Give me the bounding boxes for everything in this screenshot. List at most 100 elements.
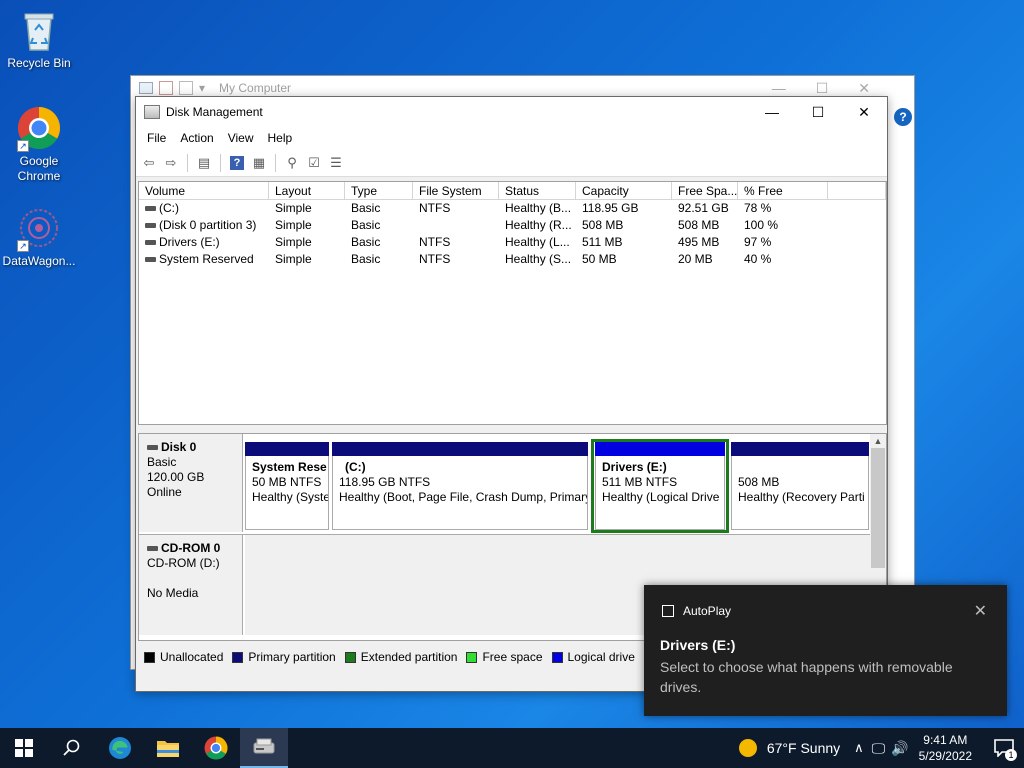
free-space-cell: 92.51 GB xyxy=(678,201,729,215)
chrome-icon xyxy=(204,736,228,760)
clock[interactable]: 9:41 AM 5/29/2022 xyxy=(919,732,972,764)
taskbar-chrome[interactable] xyxy=(192,728,240,768)
legend-primary-partition: Primary partition xyxy=(232,650,336,664)
capacity-cell: 118.95 GB xyxy=(582,201,639,215)
partition-status: Healthy (Recovery Parti xyxy=(738,490,865,504)
free-space-cell: 20 MB xyxy=(678,252,713,266)
taskbar-disk-management[interactable] xyxy=(240,728,288,768)
properties-pane-icon[interactable]: ▦ xyxy=(250,154,268,172)
maximize-button[interactable]: ☐ xyxy=(795,97,841,127)
properties-icon xyxy=(159,81,173,95)
partition-name: Drivers (E:) xyxy=(602,460,667,474)
free-space-cell: 508 MB xyxy=(678,218,720,232)
datawagon-icon[interactable]: ↗ DataWagon... xyxy=(1,206,77,269)
drive-icon xyxy=(145,240,156,246)
back-window-caption-buttons: —☐✕ xyxy=(771,80,900,96)
recycle-bin-label: Recycle Bin xyxy=(7,56,71,70)
partition-status: Healthy (Logical Drive xyxy=(602,490,720,504)
close-button[interactable]: ✕ xyxy=(841,97,887,127)
menu-view[interactable]: View xyxy=(221,131,261,145)
primary-partition-bar xyxy=(332,442,588,456)
taskbar-edge[interactable] xyxy=(96,728,144,768)
menu-action[interactable]: Action xyxy=(173,131,220,145)
back-arrow-icon[interactable]: ⇦ xyxy=(140,154,158,172)
column-capacity[interactable]: Capacity xyxy=(576,182,672,199)
legend-label: Free space xyxy=(482,650,543,664)
volume-list[interactable]: Volume Layout Type File System Status Ca… xyxy=(138,181,887,425)
legend-swatch xyxy=(144,651,155,663)
show-hide-console-icon[interactable]: ▤ xyxy=(195,154,213,172)
legend: Unallocated Primary partition Extended p… xyxy=(138,647,644,667)
column-type[interactable]: Type xyxy=(345,182,413,199)
autoplay-notification[interactable]: AutoPlay ✕ Drivers (E:) Select to choose… xyxy=(644,585,1007,716)
disk-0-type: Basic xyxy=(147,455,177,469)
volume-name: Drivers (E:) xyxy=(159,235,220,249)
close-icon[interactable]: ✕ xyxy=(974,601,987,621)
table-row[interactable]: Drivers (E:) Simple Basic NTFS Healthy (… xyxy=(139,234,886,251)
disk-0-label[interactable]: Disk 0 Basic 120.00 GB Online xyxy=(139,434,243,532)
weather-text: 67°F Sunny xyxy=(766,740,841,756)
file-system-cell: NTFS xyxy=(419,235,451,249)
table-row[interactable]: (Disk 0 partition 3) Simple Basic Health… xyxy=(139,217,886,234)
network-icon[interactable]: 🖵 xyxy=(872,740,886,757)
computer-icon xyxy=(139,82,153,94)
cdrom-0-label[interactable]: CD-ROM 0 CD-ROM (D:) No Media xyxy=(139,535,243,635)
help-icon[interactable]: ? xyxy=(894,108,912,126)
column-volume[interactable]: Volume xyxy=(139,182,269,199)
scroll-up-arrow-icon[interactable]: ▲ xyxy=(870,434,886,448)
connect-icon[interactable]: ⚲ xyxy=(283,154,301,172)
properties-icon[interactable]: ☰ xyxy=(327,154,345,172)
show-hidden-icons-chevron-icon[interactable]: ∧ xyxy=(854,740,864,756)
disk-0-row[interactable]: Disk 0 Basic 120.00 GB Online System Res… xyxy=(139,434,872,533)
partition-drivers-e[interactable]: Drivers (E:) 511 MB NTFS Healthy (Logica… xyxy=(595,442,725,530)
layout-cell: Simple xyxy=(275,235,312,249)
partition-info: 118.95 GB NTFS xyxy=(339,475,431,489)
google-chrome-icon[interactable]: ↗ Google Chrome xyxy=(1,106,77,184)
table-row[interactable]: System Reserved Simple Basic NTFS Health… xyxy=(139,251,886,268)
forward-arrow-icon[interactable]: ⇨ xyxy=(162,154,180,172)
volume-icon[interactable]: 🔊 xyxy=(891,740,908,757)
autoplay-icon xyxy=(662,605,674,617)
weather-widget[interactable]: 67°F Sunny xyxy=(738,739,841,757)
partition-c[interactable]: (C:) 118.95 GB NTFS Healthy (Boot, Page … xyxy=(332,442,588,530)
scroll-thumb[interactable] xyxy=(871,448,885,568)
column-status[interactable]: Status xyxy=(499,182,576,199)
status-cell: Healthy (S... xyxy=(505,252,572,266)
menu-help[interactable]: Help xyxy=(261,131,300,145)
column-percent-free[interactable]: % Free xyxy=(738,182,828,199)
search-button[interactable] xyxy=(48,728,96,768)
google-chrome-label: Google Chrome xyxy=(17,154,61,183)
minimize-button[interactable]: — xyxy=(749,97,795,127)
table-row[interactable]: (C:) Simple Basic NTFS Healthy (B... 118… xyxy=(139,200,886,217)
legend-swatch xyxy=(344,651,356,663)
volume-name: (Disk 0 partition 3) xyxy=(159,218,257,232)
start-button[interactable] xyxy=(0,728,48,768)
drive-icon xyxy=(145,223,156,229)
percent-free-cell: 97 % xyxy=(744,235,772,249)
free-space-cell: 495 MB xyxy=(678,235,720,249)
volume-name: System Reserved xyxy=(159,252,254,266)
recycle-bin-icon[interactable]: Recycle Bin xyxy=(1,8,77,71)
partition-recovery[interactable]: 508 MB Healthy (Recovery Parti xyxy=(731,442,869,530)
type-cell: Basic xyxy=(351,218,381,232)
notification-center-button[interactable]: 1 xyxy=(984,728,1024,768)
column-file-system[interactable]: File System xyxy=(413,182,499,199)
help-icon[interactable]: ? xyxy=(230,155,244,170)
taskbar-file-explorer[interactable] xyxy=(144,728,192,768)
menu-file[interactable]: File xyxy=(140,131,173,145)
legend-label: Extended partition xyxy=(360,650,458,664)
partition-system-reserved[interactable]: System Rese 50 MB NTFS Healthy (Syste xyxy=(245,442,329,530)
sun-icon xyxy=(738,739,757,757)
toolbar-separator xyxy=(275,153,276,172)
toolbar-separator xyxy=(187,153,188,172)
type-cell: Basic xyxy=(351,252,381,266)
layout-cell: Simple xyxy=(275,201,312,215)
column-layout[interactable]: Layout xyxy=(269,182,345,199)
checklist-icon[interactable]: ☑ xyxy=(305,154,323,172)
clock-time: 9:41 AM xyxy=(923,733,968,747)
taskbar: 67°F Sunny ∧ 🖵 🔊 9:41 AM 5/29/2022 1 xyxy=(0,728,1024,768)
column-free-space[interactable]: Free Spa... xyxy=(672,182,738,199)
clock-date: 5/29/2022 xyxy=(918,749,972,763)
legend-swatch xyxy=(232,651,244,663)
file-system-cell: NTFS xyxy=(419,201,451,215)
